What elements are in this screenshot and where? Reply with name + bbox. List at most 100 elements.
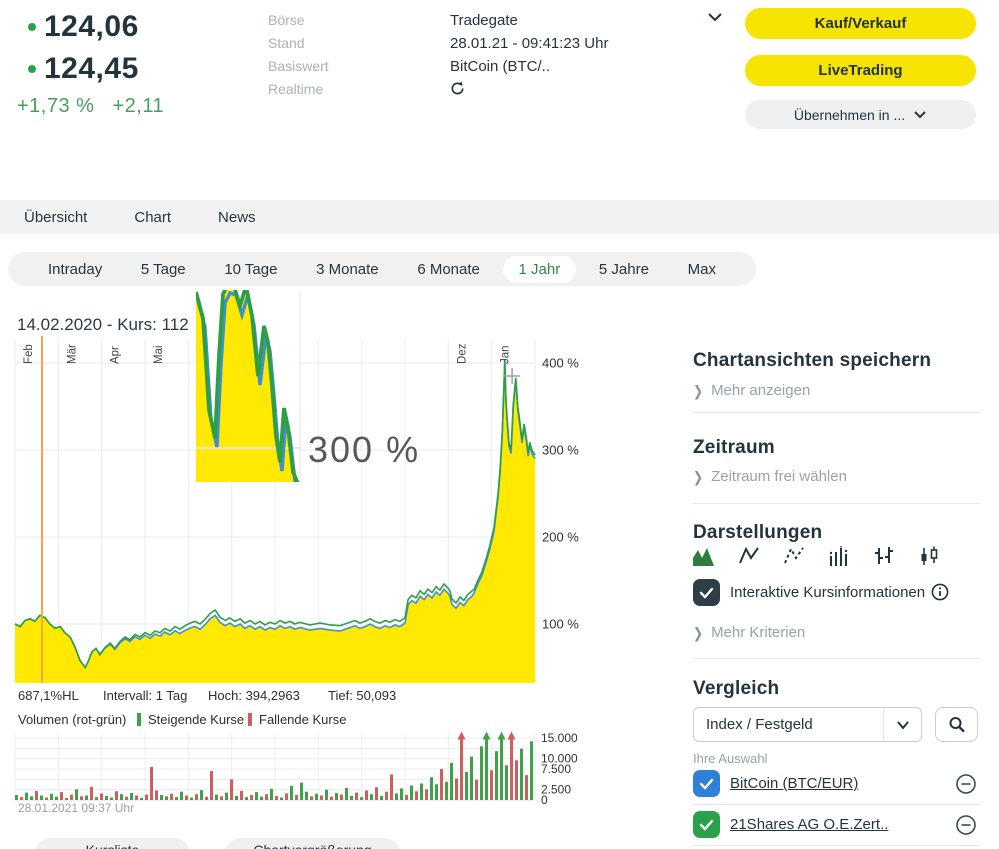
exchange-value[interactable]: Tradegate: [450, 9, 730, 32]
chevron-right-icon: ❯: [693, 382, 703, 399]
chart-size-button[interactable]: Chartvergrößerung: [225, 838, 400, 849]
buy-sell-button[interactable]: Kauf/Verkauf: [745, 8, 976, 39]
chart-page: 124,06 124,45 +1,73 % +2,11 Börse Stand B…: [0, 0, 999, 849]
bid-price: 124,06: [44, 10, 139, 44]
svg-text:400 %: 400 %: [542, 356, 579, 371]
svg-text:300 %: 300 %: [542, 443, 579, 458]
divider: [693, 412, 980, 413]
bid-status-dot: [28, 23, 36, 31]
price-change: +1,73 % +2,11: [17, 95, 182, 118]
svg-text:Jan: Jan: [500, 345, 512, 364]
interactive-info-label: Interaktive Kursinformationen: [730, 584, 925, 601]
check-icon: [699, 587, 714, 599]
period-heading: Zeitraum: [693, 437, 775, 459]
chevron-right-icon: ❯: [693, 624, 703, 641]
svg-text:Mai: Mai: [153, 345, 165, 364]
compare-select[interactable]: Index / Festgeld: [693, 707, 922, 742]
instrument-labels: Börse Stand Basiswert Realtime: [268, 9, 329, 101]
ask-status-dot: [28, 65, 36, 73]
svg-text:Apr: Apr: [110, 346, 122, 364]
green-bar-icon: [137, 713, 141, 726]
svg-text:0: 0: [541, 793, 548, 806]
check-icon: [699, 778, 714, 790]
select-chevron-icon[interactable]: [883, 708, 921, 741]
quote-block: 124,06 124,45: [28, 10, 139, 86]
svg-text:15.000: 15.000: [541, 731, 578, 745]
range-6monate[interactable]: 6 Monate: [401, 256, 496, 283]
shares21-checkbox[interactable]: [693, 811, 720, 838]
divider: [693, 658, 980, 659]
legend-down: Fallende Kurse: [248, 712, 346, 727]
refresh-icon[interactable]: [450, 81, 730, 101]
range-3monate[interactable]: 3 Monate: [300, 256, 395, 283]
range-5jahre[interactable]: 5 Jahre: [583, 256, 665, 283]
bitcoin-selection-link[interactable]: BitCoin (BTC/EUR): [730, 775, 858, 792]
dashed-line-chart-icon[interactable]: [783, 546, 805, 566]
change-percent: +1,73 %: [17, 95, 94, 117]
timestamp-value: 28.01.21 - 09:41:23 Uhr: [450, 32, 730, 55]
range-5tage[interactable]: 5 Tage: [125, 256, 202, 283]
candlestick-chart-icon[interactable]: [918, 546, 940, 566]
save-views-heading: Chartansichten speichern: [693, 350, 931, 372]
divider: [693, 503, 980, 504]
legend-up-label: Steigende Kurse: [148, 712, 244, 727]
ask-price: 124,45: [44, 52, 139, 86]
free-period-label: Zeitraum frei wählen: [711, 468, 847, 485]
svg-text:Dez: Dez: [456, 343, 468, 364]
label-realtime: Realtime: [268, 78, 329, 101]
apply-in-button[interactable]: Übernehmen in ...: [745, 100, 976, 129]
search-button[interactable]: [935, 707, 978, 742]
free-period-link[interactable]: ❯ Zeitraum frei wählen: [693, 468, 847, 485]
tab-uebersicht[interactable]: Übersicht: [24, 209, 87, 226]
range-10tage[interactable]: 10 Tage: [208, 256, 293, 283]
show-more-link[interactable]: ❯ Mehr anzeigen: [693, 382, 810, 399]
line-chart-icon[interactable]: [738, 546, 760, 566]
more-criteria-label: Mehr Kriterien: [711, 624, 805, 641]
display-heading: Darstellungen: [693, 522, 822, 544]
label-stand: Stand: [268, 32, 329, 55]
legend-down-label: Fallende Kurse: [259, 712, 346, 727]
area-chart-icon[interactable]: [693, 546, 715, 566]
divider: [693, 845, 980, 846]
chart-high: Hoch: 394,2963: [208, 688, 300, 703]
instrument-values: Tradegate 28.01.21 - 09:41:23 Uhr BitCoi…: [450, 9, 730, 101]
more-criteria-link[interactable]: ❯ Mehr Kriterien: [693, 624, 805, 641]
range-1jahr[interactable]: 1 Jahr: [503, 256, 577, 283]
tab-chart[interactable]: Chart: [134, 209, 171, 226]
apply-in-label: Übernehmen in ...: [794, 107, 905, 123]
kursliste-button[interactable]: Kursliste: [35, 838, 190, 849]
info-icon[interactable]: [931, 583, 949, 606]
red-bar-icon: [248, 713, 252, 726]
bar-chart-icon[interactable]: [828, 546, 850, 566]
ohlc-chart-icon[interactable]: [873, 546, 895, 566]
legend-up: Steigende Kurse: [137, 712, 244, 727]
svg-text:300 %: 300 %: [308, 429, 420, 470]
shares21-selection-link[interactable]: 21Shares AG O.E.Zert..: [730, 816, 888, 833]
tab-news[interactable]: News: [218, 209, 256, 226]
main-tabbar: Übersicht Chart News: [0, 200, 999, 234]
exchange-dropdown-chevron-icon[interactable]: [706, 10, 724, 29]
chevron-down-icon: [913, 109, 927, 120]
interactive-info-checkbox[interactable]: [693, 579, 720, 606]
svg-text:200 %: 200 %: [542, 530, 579, 545]
chart-hl-value: 687,1%HL: [18, 688, 79, 703]
compare-select-value: Index / Festgeld: [694, 716, 883, 733]
check-icon: [699, 819, 714, 831]
underlying-value: BitCoin (BTC/..: [450, 55, 730, 78]
volume-chart: 15.00010.0007.5002.5000: [0, 728, 620, 806]
price-chart[interactable]: FebMärAprMaiDezJan100 %200 %300 %400 %14…: [0, 288, 620, 713]
volume-title: Volumen (rot-grün): [18, 712, 126, 727]
range-intraday[interactable]: Intraday: [32, 256, 118, 283]
live-trading-button[interactable]: LiveTrading: [745, 55, 976, 86]
chart-low: Tief: 50,093: [328, 688, 396, 703]
range-max[interactable]: Max: [672, 256, 732, 283]
bitcoin-checkbox[interactable]: [693, 770, 720, 797]
svg-text:Mär: Mär: [66, 344, 78, 364]
change-absolute: +2,11: [112, 95, 164, 117]
show-more-label: Mehr anzeigen: [711, 382, 810, 399]
timerange-bar: Intraday 5 Tage 10 Tage 3 Monate 6 Monat…: [8, 252, 756, 286]
selection-label: Ihre Auswahl: [693, 751, 767, 766]
label-boerse: Börse: [268, 9, 329, 32]
remove-shares21-icon[interactable]: [955, 814, 977, 836]
remove-bitcoin-icon[interactable]: [955, 773, 977, 795]
